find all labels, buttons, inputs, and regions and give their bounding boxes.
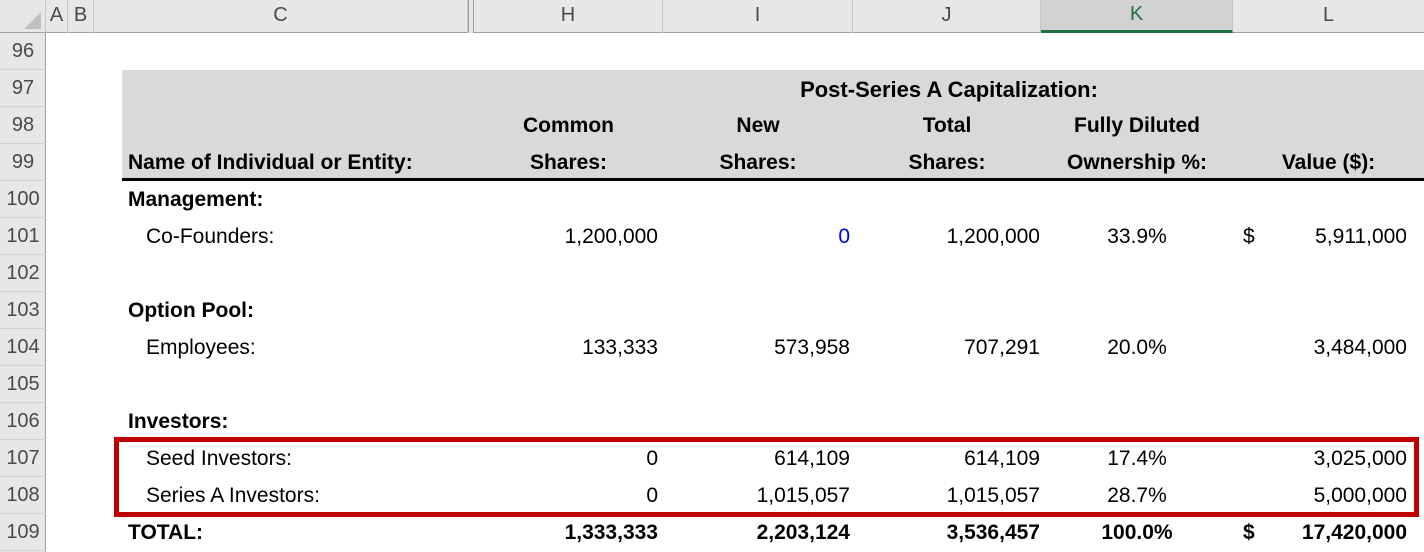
column-header-h[interactable]: H — [474, 0, 663, 33]
select-all-corner[interactable] — [0, 0, 46, 33]
sheet-row-104: Employees: 133,333 573,958 707,291 20.0%… — [46, 329, 1424, 366]
sheet-row-101: Co-Founders: 1,200,000 0 1,200,000 33.9%… — [46, 218, 1424, 255]
row-header-102[interactable]: 102 — [0, 255, 46, 292]
row-header-108[interactable]: 108 — [0, 477, 46, 514]
row-header-105[interactable]: 105 — [0, 366, 46, 403]
row-header-97[interactable]: 97 — [0, 70, 46, 107]
cell-header-diluted-top[interactable]: Fully Diluted — [1041, 107, 1233, 144]
cell-employees-common[interactable]: 133,333 — [474, 329, 658, 366]
sheet-row-103: Option Pool: — [46, 292, 1424, 329]
row-header-101[interactable]: 101 — [0, 218, 46, 255]
cell-cofounders-total[interactable]: 1,200,000 — [853, 218, 1040, 255]
sheet-row-106: Investors: — [46, 403, 1424, 440]
row-header-107[interactable]: 107 — [0, 440, 46, 477]
cell-header-new-top[interactable]: New — [663, 107, 853, 144]
column-header-k-selected[interactable]: K — [1041, 0, 1233, 33]
row-header-104[interactable]: 104 — [0, 329, 46, 366]
cell-table-title[interactable]: Post-Series A Capitalization: — [474, 72, 1424, 107]
cell-cofounders-value[interactable]: 5,911,000 — [1233, 218, 1407, 255]
cell-section-option-pool[interactable]: Option Pool: — [128, 292, 254, 329]
cell-total-total[interactable]: 3,536,457 — [853, 514, 1040, 551]
cell-employees-pct[interactable]: 20.0% — [1041, 329, 1233, 366]
row-header-100[interactable]: 100 — [0, 181, 46, 218]
cell-header-total-bottom[interactable]: Shares: — [853, 144, 1041, 181]
cell-total-value[interactable]: 17,420,000 — [1233, 514, 1407, 551]
cell-cofounders-common[interactable]: 1,200,000 — [474, 218, 658, 255]
sheet-row-99: Name of Individual or Entity: Shares: Sh… — [46, 144, 1424, 181]
cell-header-name[interactable]: Name of Individual or Entity: — [128, 144, 413, 181]
cell-employees-total[interactable]: 707,291 — [853, 329, 1040, 366]
cell-header-common-top[interactable]: Common — [474, 107, 663, 144]
cell-total-common[interactable]: 1,333,333 — [474, 514, 658, 551]
sheet-row-109: TOTAL: 1,333,333 2,203,124 3,536,457 100… — [46, 514, 1424, 551]
worksheet-canvas[interactable]: Post-Series A Capitalization: Common New… — [46, 33, 1424, 552]
cell-cofounders-pct[interactable]: 33.9% — [1041, 218, 1233, 255]
cell-header-value[interactable]: Value ($): — [1233, 144, 1424, 181]
cell-section-management[interactable]: Management: — [128, 181, 263, 218]
cell-section-investors[interactable]: Investors: — [128, 403, 228, 440]
sheet-row-100: Management: — [46, 181, 1424, 218]
cell-employees-label[interactable]: Employees: — [146, 329, 256, 366]
cell-total-new[interactable]: 2,203,124 — [663, 514, 850, 551]
column-header-c[interactable]: C — [94, 0, 468, 33]
cell-total-pct[interactable]: 100.0% — [1041, 514, 1233, 551]
column-header-b[interactable]: B — [68, 0, 94, 33]
select-all-triangle-icon — [24, 12, 41, 29]
cell-header-total-top[interactable]: Total — [853, 107, 1041, 144]
red-highlight-box — [114, 437, 1419, 517]
row-header-96[interactable]: 96 — [0, 33, 46, 70]
row-header-106[interactable]: 106 — [0, 403, 46, 440]
row-header-109[interactable]: 109 — [0, 514, 46, 551]
row-header-strip: 96 97 98 99 100 101 102 103 104 105 106 … — [0, 33, 46, 552]
column-header-strip: A B C H I J K L — [0, 0, 1424, 33]
row-header-99[interactable]: 99 — [0, 144, 46, 181]
cell-header-diluted-bottom[interactable]: Ownership %: — [1041, 144, 1233, 181]
cell-total-label[interactable]: TOTAL: — [128, 514, 203, 551]
cell-employees-value[interactable]: 3,484,000 — [1233, 329, 1407, 366]
cell-header-new-bottom[interactable]: Shares: — [663, 144, 853, 181]
cell-header-common-bottom[interactable]: Shares: — [474, 144, 663, 181]
cell-cofounders-label[interactable]: Co-Founders: — [146, 218, 274, 255]
cell-employees-new[interactable]: 573,958 — [663, 329, 850, 366]
column-header-j[interactable]: J — [853, 0, 1041, 33]
spreadsheet-window: A B C H I J K L 96 97 98 99 100 101 102 … — [0, 0, 1424, 552]
column-header-l[interactable]: L — [1233, 0, 1424, 33]
row-header-103[interactable]: 103 — [0, 292, 46, 329]
column-header-i[interactable]: I — [663, 0, 853, 33]
cell-cofounders-new[interactable]: 0 — [663, 218, 850, 255]
sheet-row-98: Common New Total Fully Diluted — [46, 107, 1424, 144]
column-header-a[interactable]: A — [46, 0, 68, 33]
row-header-98[interactable]: 98 — [0, 107, 46, 144]
